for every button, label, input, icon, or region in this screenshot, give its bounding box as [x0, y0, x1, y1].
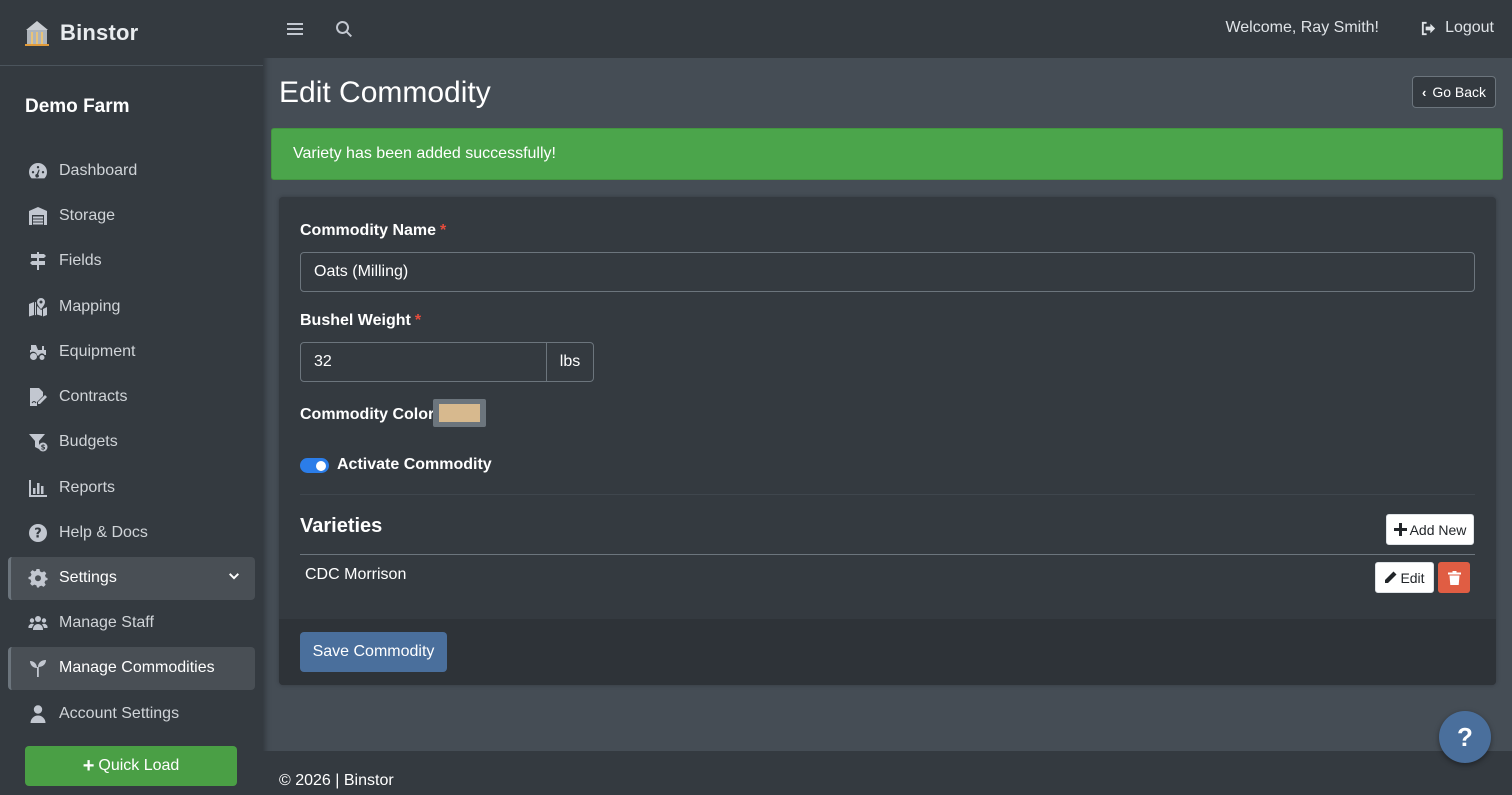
sidebar-item-settings[interactable]: Settings: [8, 556, 255, 600]
users-icon: [27, 612, 49, 634]
tractor-icon: [27, 341, 49, 363]
commodity-name-label: Commodity Name *: [300, 222, 446, 240]
question-circle-icon: ?: [27, 522, 49, 544]
commodity-color-label: Commodity Color: [300, 406, 435, 423]
required-marker: *: [414, 312, 422, 329]
sidebar-item-label: Mapping: [59, 297, 121, 315]
bar-chart-icon: [27, 477, 49, 499]
sidebar-item-manage-staff[interactable]: Manage Staff: [8, 601, 255, 646]
sidebar-item-contracts[interactable]: Contracts: [8, 374, 255, 419]
top-navbar: Welcome, Ray Smith! Logout: [263, 0, 1512, 58]
plus-icon: [1393, 523, 1407, 536]
bushel-weight-label-text: Bushel Weight: [300, 312, 411, 329]
farm-name: Demo Farm: [25, 96, 130, 117]
divider: [300, 494, 1475, 495]
sidebar-item-label: Equipment: [59, 342, 136, 360]
sidebar-item-fields[interactable]: Fields: [8, 239, 255, 284]
bushel-weight-input[interactable]: 32: [300, 342, 547, 382]
sidebar-item-reports[interactable]: Reports: [8, 465, 255, 510]
seedling-icon: [27, 657, 49, 679]
quick-load-button[interactable]: + Quick Load: [25, 746, 237, 786]
bushel-weight-label: Bushel Weight *: [300, 312, 421, 330]
varieties-title: Varieties: [300, 515, 383, 537]
activate-commodity-toggle[interactable]: [300, 458, 329, 473]
brand[interactable]: Binstor: [0, 0, 263, 66]
commodity-color-picker[interactable]: [433, 399, 486, 427]
sidebar-item-label: Reports: [59, 478, 116, 496]
sidebar-item-account-settings[interactable]: Account Settings: [8, 691, 255, 736]
sidebar-item-label: Manage Staff: [59, 614, 154, 632]
commodity-name-label-text: Commodity Name: [300, 222, 437, 239]
hamburger-icon[interactable]: [285, 19, 305, 39]
save-commodity-button[interactable]: Save Commodity: [300, 632, 447, 672]
sidebar-item-label: Manage Commodities: [59, 659, 215, 677]
gear-icon: [27, 567, 49, 589]
sidebar-item-label: Fields: [59, 252, 102, 270]
sidebar-nav: Dashboard Storage Fields Mapping Equipme…: [0, 148, 263, 736]
sidebar-item-label: Help & Docs: [59, 524, 148, 542]
go-back-button[interactable]: ‹ Go Back: [1412, 76, 1496, 108]
trash-icon: [1447, 570, 1461, 585]
grain-bin-icon: [25, 20, 49, 46]
sidebar-item-budgets[interactable]: $ Budgets: [8, 420, 255, 465]
add-variety-button[interactable]: Add New: [1386, 514, 1474, 545]
sidebar-item-manage-commodities[interactable]: Manage Commodities: [8, 646, 255, 690]
edit-commodity-card: Commodity Name * Oats (Milling) Bushel We…: [279, 197, 1496, 685]
edit-label: Edit: [1400, 569, 1425, 586]
sidebar-item-label: Settings: [59, 569, 117, 587]
page-footer: © 2026 | Binstor: [263, 751, 1512, 795]
sidebar-item-help[interactable]: ? Help & Docs: [8, 510, 255, 555]
required-marker: *: [440, 222, 447, 239]
edit-variety-button[interactable]: Edit: [1375, 562, 1434, 593]
sidebar-item-mapping[interactable]: Mapping: [8, 284, 255, 329]
color-swatch-fill: [439, 404, 480, 422]
success-alert: Variety has been added successfully!: [271, 128, 1503, 180]
card-body: Commodity Name * Oats (Milling) Bushel We…: [279, 197, 1496, 619]
sidebar-item-dashboard[interactable]: Dashboard: [8, 148, 255, 193]
sidebar-item-storage[interactable]: Storage: [8, 193, 255, 238]
file-signature-icon: [27, 386, 49, 408]
page-title: Edit Commodity: [279, 76, 491, 109]
sidebar: Binstor Demo Farm Dashboard Storage Fiel…: [0, 0, 263, 795]
funnel-dollar-icon: $: [27, 431, 49, 453]
activate-commodity-label: Activate Commodity: [337, 456, 492, 473]
signpost-icon: [27, 250, 49, 272]
card-footer: Save Commodity: [279, 619, 1496, 685]
svg-text:$: $: [41, 444, 46, 452]
varieties-header-divider: [300, 554, 1475, 555]
svg-text:?: ?: [34, 527, 42, 542]
variety-name: CDC Morrison: [305, 566, 407, 583]
sidebar-item-label: Account Settings: [59, 704, 180, 722]
map-location-icon: [27, 296, 49, 318]
sign-out-icon: [1421, 21, 1436, 35]
sidebar-item-label: Budgets: [59, 433, 118, 451]
search-icon[interactable]: [334, 19, 354, 39]
delete-variety-button[interactable]: [1438, 562, 1470, 593]
sidebar-item-label: Dashboard: [59, 161, 138, 179]
gauge-icon: [27, 160, 49, 182]
warehouse-icon: [27, 205, 49, 227]
sidebar-item-label: Contracts: [59, 388, 128, 406]
logout-link[interactable]: Logout: [1420, 19, 1494, 37]
toggle-knob: [316, 460, 326, 471]
bushel-weight-unit: lbs: [546, 342, 594, 382]
go-back-label: Go Back: [1432, 84, 1487, 100]
help-button[interactable]: ?: [1439, 711, 1491, 763]
add-new-label: Add New: [1409, 521, 1467, 538]
footer-text: © 2026 | Binstor: [279, 772, 394, 789]
chevron-left-icon: ‹: [1421, 84, 1427, 100]
quick-load-label: Quick Load: [98, 757, 180, 774]
pencil-icon: [1385, 571, 1397, 583]
sidebar-item-label: Storage: [59, 206, 116, 224]
sidebar-item-equipment[interactable]: Equipment: [8, 329, 255, 374]
logout-label: Logout: [1445, 19, 1494, 36]
user-icon: [27, 703, 49, 725]
chevron-down-icon: [227, 570, 241, 584]
brand-name: Binstor: [60, 19, 139, 45]
commodity-name-input[interactable]: Oats (Milling): [300, 252, 1475, 292]
plus-icon: +: [82, 755, 95, 777]
welcome-text: Welcome, Ray Smith!: [1225, 19, 1379, 36]
